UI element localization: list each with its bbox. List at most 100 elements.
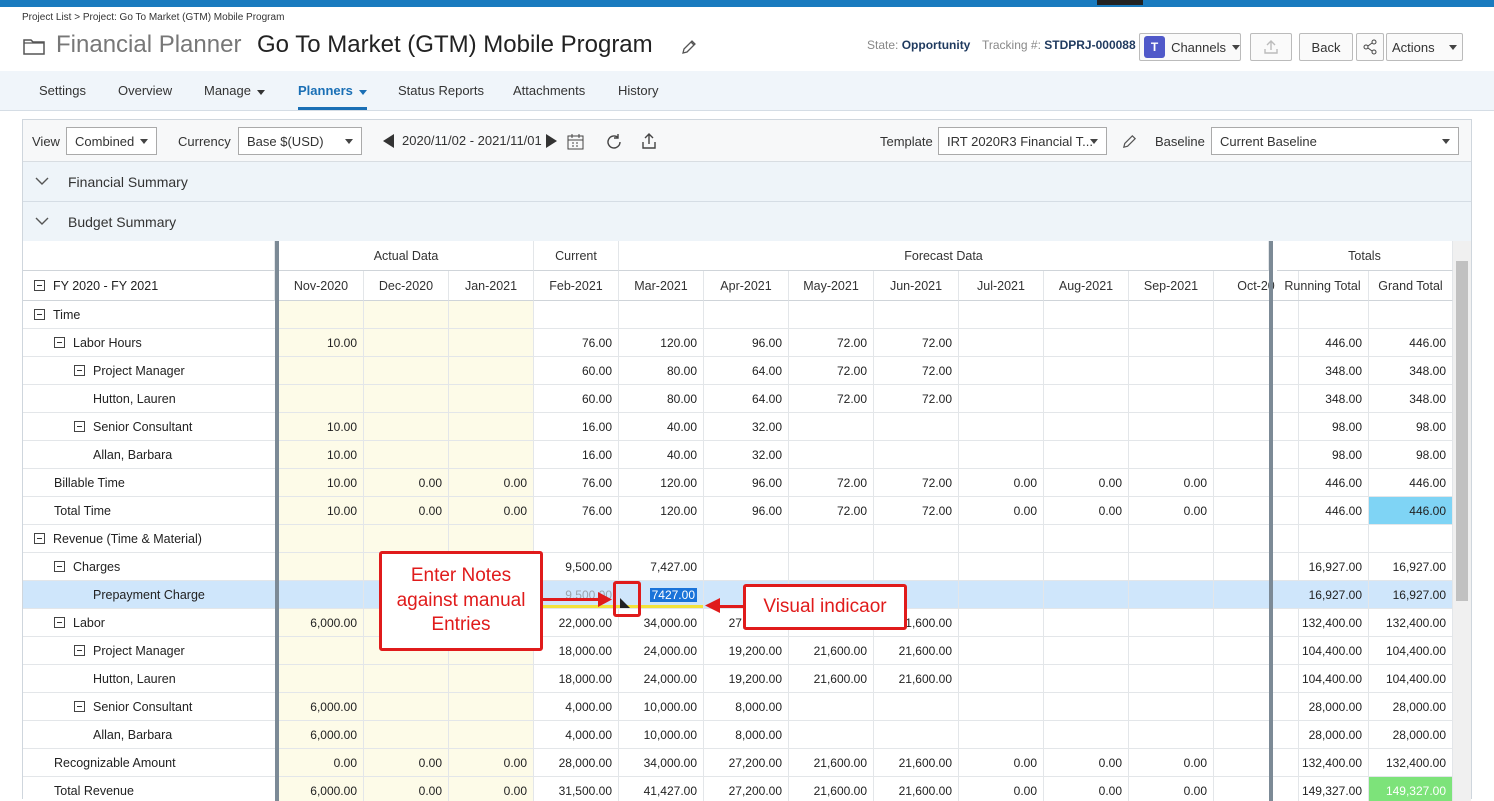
grid-cell[interactable]	[959, 329, 1044, 357]
collapse-icon[interactable]	[74, 365, 85, 376]
grid-cell[interactable]: 72.00	[874, 329, 959, 357]
grid-cell[interactable]	[1044, 441, 1129, 469]
grid-cell[interactable]: 21,600.00	[789, 665, 874, 693]
grid-cell[interactable]: 96.00	[704, 329, 789, 357]
editing-value[interactable]: 7427.00	[649, 587, 697, 602]
baseline-select[interactable]: Current Baseline	[1211, 127, 1459, 155]
vertical-scrollbar[interactable]	[1453, 241, 1471, 801]
grid-cell[interactable]	[1044, 609, 1129, 637]
tab-status-reports[interactable]: Status Reports	[398, 83, 484, 98]
grid-cell[interactable]	[1044, 721, 1129, 749]
refresh-icon[interactable]	[605, 133, 623, 151]
grid-cell[interactable]: 0.00	[1129, 749, 1214, 777]
grid-cell[interactable]: 24,000.00	[619, 637, 704, 665]
grid-cell[interactable]: 32.00	[704, 413, 789, 441]
grid-cell[interactable]	[619, 301, 704, 329]
grid-cell[interactable]: 64.00	[704, 385, 789, 413]
grid-cell[interactable]	[789, 301, 874, 329]
scrollbar-thumb[interactable]	[1456, 261, 1468, 601]
grid-cell[interactable]: 19,200.00	[704, 637, 789, 665]
grid-cell[interactable]	[1129, 721, 1214, 749]
view-select[interactable]: Combined	[66, 127, 157, 155]
grid-cell[interactable]	[874, 525, 959, 553]
grid-cell[interactable]: 28,000.00	[534, 749, 619, 777]
grid-cell[interactable]: 0.00	[959, 497, 1044, 525]
grid-cell[interactable]: 72.00	[789, 469, 874, 497]
grid-cell[interactable]: 0.00	[1129, 497, 1214, 525]
grid-cell[interactable]	[789, 553, 874, 581]
budget-summary-section[interactable]: Budget Summary	[23, 202, 1471, 242]
grid-cell[interactable]	[1044, 693, 1129, 721]
grid-cell[interactable]	[1044, 637, 1129, 665]
grid-cell[interactable]	[1129, 581, 1214, 609]
grid-cell[interactable]: 0.00	[959, 777, 1044, 801]
grid-cell[interactable]	[619, 525, 704, 553]
grid-cell[interactable]	[874, 441, 959, 469]
grid-cell[interactable]: 31,500.00	[534, 777, 619, 801]
grid-cell[interactable]: 41,427.00	[619, 777, 704, 801]
grid-cell[interactable]	[1129, 693, 1214, 721]
edit-template-icon[interactable]	[1121, 133, 1138, 150]
grid-cell[interactable]	[789, 441, 874, 469]
grid-cell[interactable]: 72.00	[789, 385, 874, 413]
grid-cell[interactable]: 21,600.00	[789, 637, 874, 665]
grid-cell[interactable]	[704, 301, 789, 329]
calendar-icon[interactable]	[567, 133, 584, 150]
grid-cell[interactable]	[1129, 441, 1214, 469]
tab-settings[interactable]: Settings	[39, 83, 86, 98]
grid-cell[interactable]	[959, 385, 1044, 413]
grid-cell[interactable]	[1129, 609, 1214, 637]
grid-cell[interactable]	[874, 693, 959, 721]
tab-history[interactable]: History	[618, 83, 658, 98]
grid-cell[interactable]: 10,000.00	[619, 721, 704, 749]
grid-cell[interactable]: 0.00	[1129, 777, 1214, 801]
note-marker-highlight[interactable]	[613, 581, 641, 617]
grid-cell[interactable]	[959, 665, 1044, 693]
grid-cell[interactable]: 60.00	[534, 385, 619, 413]
grid-cell[interactable]: 72.00	[874, 497, 959, 525]
grid-cell[interactable]	[874, 553, 959, 581]
grid-cell[interactable]	[1129, 553, 1214, 581]
grid-cell[interactable]	[1044, 553, 1129, 581]
collapse-icon[interactable]	[74, 701, 85, 712]
share-button[interactable]	[1356, 33, 1384, 61]
next-period-icon[interactable]	[546, 134, 557, 148]
grid-cell[interactable]	[959, 721, 1044, 749]
grid-cell[interactable]: 0.00	[1044, 497, 1129, 525]
grid-cell[interactable]: 4,000.00	[534, 693, 619, 721]
grid-cell[interactable]	[874, 301, 959, 329]
collapse-icon[interactable]	[54, 617, 65, 628]
grid-cell[interactable]: 19,200.00	[704, 665, 789, 693]
grid-cell[interactable]: 72.00	[789, 497, 874, 525]
tab-overview[interactable]: Overview	[118, 83, 172, 98]
grid-cell[interactable]	[789, 721, 874, 749]
grid-cell[interactable]: 21,600.00	[789, 749, 874, 777]
tab-attachments[interactable]: Attachments	[513, 83, 585, 98]
grid-cell[interactable]: 9,500.00	[534, 553, 619, 581]
grid-cell[interactable]	[1129, 357, 1214, 385]
grid-cell[interactable]: 120.00	[619, 469, 704, 497]
collapse-icon[interactable]	[54, 561, 65, 572]
grid-cell[interactable]	[1129, 637, 1214, 665]
grid-cell[interactable]: 27,200.00	[704, 749, 789, 777]
grid-cell[interactable]	[1044, 385, 1129, 413]
grid-cell[interactable]: 34,000.00	[619, 749, 704, 777]
collapse-icon[interactable]	[34, 309, 45, 320]
collapse-icon[interactable]	[34, 533, 45, 544]
collapse-icon[interactable]	[74, 421, 85, 432]
back-button[interactable]: Back	[1299, 33, 1353, 61]
grid-cell[interactable]: 21,600.00	[874, 749, 959, 777]
fy-header[interactable]: FY 2020 - FY 2021	[23, 271, 275, 301]
grid-cell[interactable]	[1129, 301, 1214, 329]
grid-cell[interactable]: 0.00	[1044, 469, 1129, 497]
grid-cell[interactable]	[1044, 413, 1129, 441]
grid-cell[interactable]: 21,600.00	[874, 777, 959, 801]
grid-cell[interactable]	[534, 301, 619, 329]
grid-cell[interactable]: 0.00	[1044, 749, 1129, 777]
grid-cell[interactable]	[789, 413, 874, 441]
grid-cell[interactable]: 76.00	[534, 497, 619, 525]
grid-cell[interactable]	[959, 637, 1044, 665]
grid-cell[interactable]	[959, 357, 1044, 385]
grid-cell[interactable]	[1129, 329, 1214, 357]
grid-cell[interactable]: 24,000.00	[619, 665, 704, 693]
